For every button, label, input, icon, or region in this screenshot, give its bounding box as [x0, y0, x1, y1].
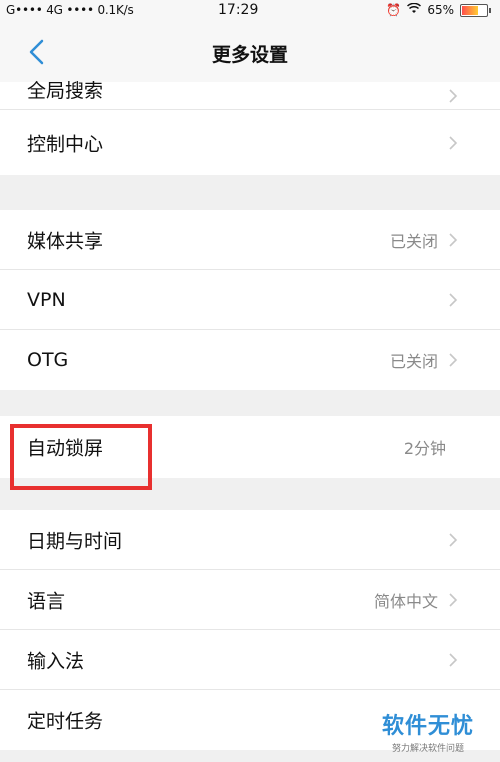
row-label: 媒体共享 — [27, 230, 104, 252]
chevron-right-icon — [449, 135, 458, 150]
nav-bar: 更多设置 — [0, 22, 500, 83]
row-label: 定时任务 — [27, 710, 104, 733]
row-label: 全局搜索 — [27, 80, 104, 102]
battery-icon — [460, 3, 491, 17]
settings-group-3: 自动锁屏 2分钟 — [0, 416, 500, 478]
settings-row-control-center[interactable]: 控制中心 — [0, 110, 500, 175]
chevron-right-icon — [449, 232, 458, 247]
status-bar: G•••• 4G •••• 0.1K/s 17:29 ⏰ 65% — [0, 0, 500, 22]
page-title: 更多设置 — [211, 44, 288, 66]
row-label: 输入法 — [27, 650, 85, 672]
settings-row-media-sharing[interactable]: 媒体共享 已关闭 — [0, 210, 500, 270]
chevron-right-icon — [449, 652, 458, 667]
row-value: 2分钟 — [403, 439, 446, 458]
settings-row-language[interactable]: 语言 简体中文 — [0, 570, 500, 630]
row-label: 控制中心 — [27, 133, 104, 155]
settings-group-2: 媒体共享 已关闭 VPN OTG 已关闭 — [0, 210, 500, 390]
watermark-subtitle: 努力解决软件问题 — [391, 744, 464, 754]
chevron-right-icon — [449, 353, 458, 367]
row-label: 语言 — [27, 590, 66, 612]
watermark: 软件无忧 努力解决软件问题 — [374, 708, 482, 754]
row-value: 已关闭 — [389, 231, 438, 251]
row-value: 简体中文 — [373, 591, 438, 611]
chevron-right-icon — [449, 89, 458, 103]
alarm-icon: ⏰ — [386, 3, 402, 17]
settings-group-1: 全局搜索 控制中心 — [0, 80, 500, 175]
wifi-icon — [407, 2, 422, 17]
watermark-title: 软件无忧 — [381, 714, 474, 739]
settings-row-vpn[interactable]: VPN — [0, 270, 500, 330]
row-label: VPN — [27, 288, 66, 311]
row-value: 已关闭 — [389, 352, 438, 371]
settings-row-global-search[interactable]: 全局搜索 — [0, 80, 500, 110]
status-time: 17:29 — [218, 2, 259, 18]
chevron-right-icon — [449, 592, 458, 607]
settings-row-date-time[interactable]: 日期与时间 — [0, 510, 500, 570]
row-label: 日期与时间 — [27, 530, 123, 552]
chevron-right-icon — [449, 292, 458, 307]
settings-row-auto-lock[interactable]: 自动锁屏 2分钟 — [0, 416, 500, 478]
row-label: 自动锁屏 — [27, 437, 104, 460]
battery-level — [462, 5, 478, 15]
battery-percent: 65% — [427, 3, 454, 17]
chevron-right-icon — [449, 532, 458, 547]
status-network: G•••• 4G •••• 0.1K/s — [6, 3, 134, 17]
settings-row-input-method[interactable]: 输入法 — [0, 630, 500, 690]
status-right: ⏰ 65% — [386, 2, 491, 17]
settings-row-otg[interactable]: OTG 已关闭 — [0, 330, 500, 390]
row-label: OTG — [27, 349, 69, 371]
